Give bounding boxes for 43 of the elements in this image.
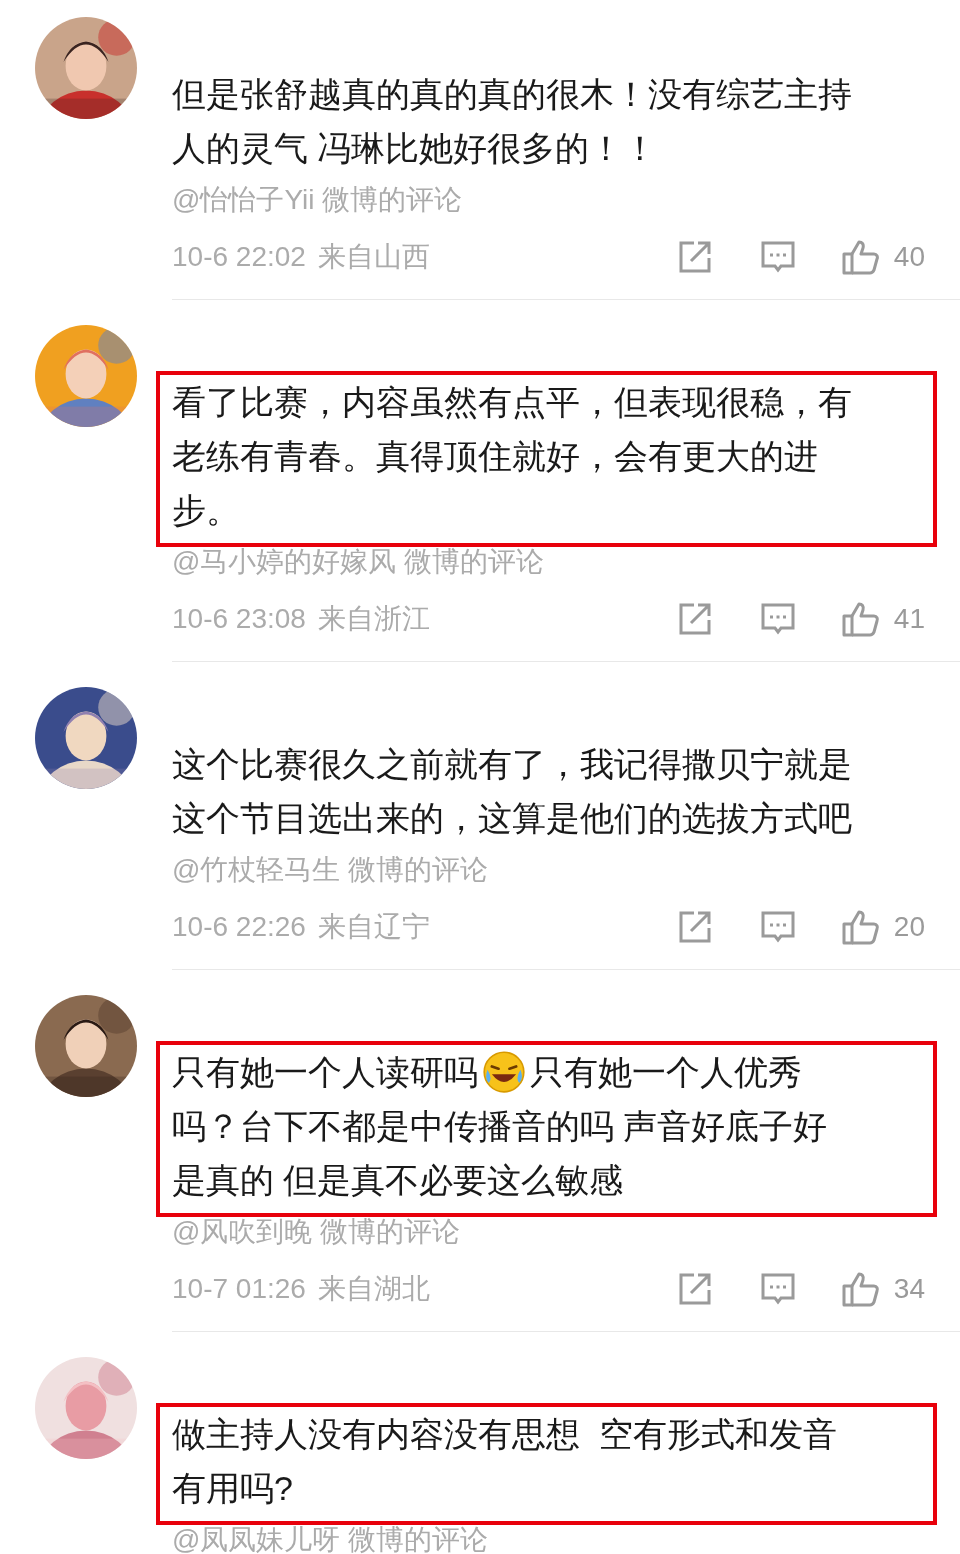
comment-location: 来自辽宁 bbox=[317, 910, 430, 944]
like-count: 41 bbox=[893, 602, 925, 636]
comment-text: 有用吗? bbox=[172, 1468, 293, 1509]
comment-text: 老练有青春。真得顶住就好，会有更大的进 bbox=[172, 436, 818, 477]
comment-text: 步。 bbox=[172, 490, 240, 531]
comment-icon[interactable] bbox=[760, 910, 795, 944]
comment-source[interactable]: @竹杖轻马生 微博的评论 bbox=[172, 855, 489, 885]
comment-text: 是真的 但是真不必要这么敏感 bbox=[172, 1160, 624, 1201]
comment-icon[interactable] bbox=[760, 1272, 795, 1306]
comment-icon[interactable] bbox=[760, 240, 795, 274]
comment-text: 看了比赛，内容虽然有点平，但表现很稳，有 bbox=[172, 382, 852, 423]
comment-location: 来自山西 bbox=[317, 240, 430, 274]
share-icon[interactable] bbox=[677, 1272, 712, 1306]
comment-location: 来自湖北 bbox=[317, 1272, 430, 1306]
comment-time: 10-6 22:02 bbox=[172, 240, 306, 274]
thumbs-up-icon[interactable] bbox=[841, 909, 880, 945]
comment-time: 10-7 01:26 bbox=[172, 1272, 306, 1306]
like-count: 34 bbox=[893, 1272, 925, 1306]
thumbs-up-icon[interactable] bbox=[841, 601, 880, 637]
comment-text: 这个比赛很久之前就有了，我记得撒贝宁就是 bbox=[172, 744, 852, 785]
comment-text: 只有她一个人读研吗 bbox=[172, 1052, 478, 1093]
comment-source[interactable]: @马小婷的好嫁风 微博的评论 bbox=[172, 547, 545, 577]
like-count: 20 bbox=[893, 910, 925, 944]
comment-text: 但是张舒越真的真的真的很木！没有综艺主持 bbox=[172, 74, 852, 115]
comment-text: 做主持人没有内容没有思想 空有形式和发音 bbox=[172, 1414, 837, 1455]
thumbs-up-icon[interactable] bbox=[841, 1271, 880, 1307]
comment-time: 10-6 23:08 bbox=[172, 602, 306, 636]
laughing-emoji-icon bbox=[482, 1050, 526, 1094]
comment-text: 这个节目选出来的，这算是他们的选拔方式吧 bbox=[172, 798, 852, 839]
share-icon[interactable] bbox=[677, 910, 712, 944]
comment-location: 来自浙江 bbox=[317, 602, 430, 636]
comment-text: 人的灵气 冯琳比她好很多的！！ bbox=[172, 128, 658, 169]
comment-time: 10-6 22:26 bbox=[172, 910, 306, 944]
comment-icon[interactable] bbox=[760, 602, 795, 636]
thumbs-up-icon[interactable] bbox=[841, 239, 880, 275]
comment-source[interactable]: @凤凤妹儿呀 微博的评论 bbox=[172, 1525, 489, 1554]
like-count: 40 bbox=[893, 240, 925, 274]
share-icon[interactable] bbox=[677, 240, 712, 274]
comment-text: 吗？台下不都是中传播音的吗 声音好底子好 bbox=[172, 1106, 828, 1147]
comment-source[interactable]: @怡怡子Yii 微博的评论 bbox=[172, 185, 463, 215]
comment-text: 只有她一个人优秀 bbox=[530, 1052, 802, 1093]
comment-source[interactable]: @风吹到晚 微博的评论 bbox=[172, 1217, 461, 1247]
share-icon[interactable] bbox=[677, 602, 712, 636]
